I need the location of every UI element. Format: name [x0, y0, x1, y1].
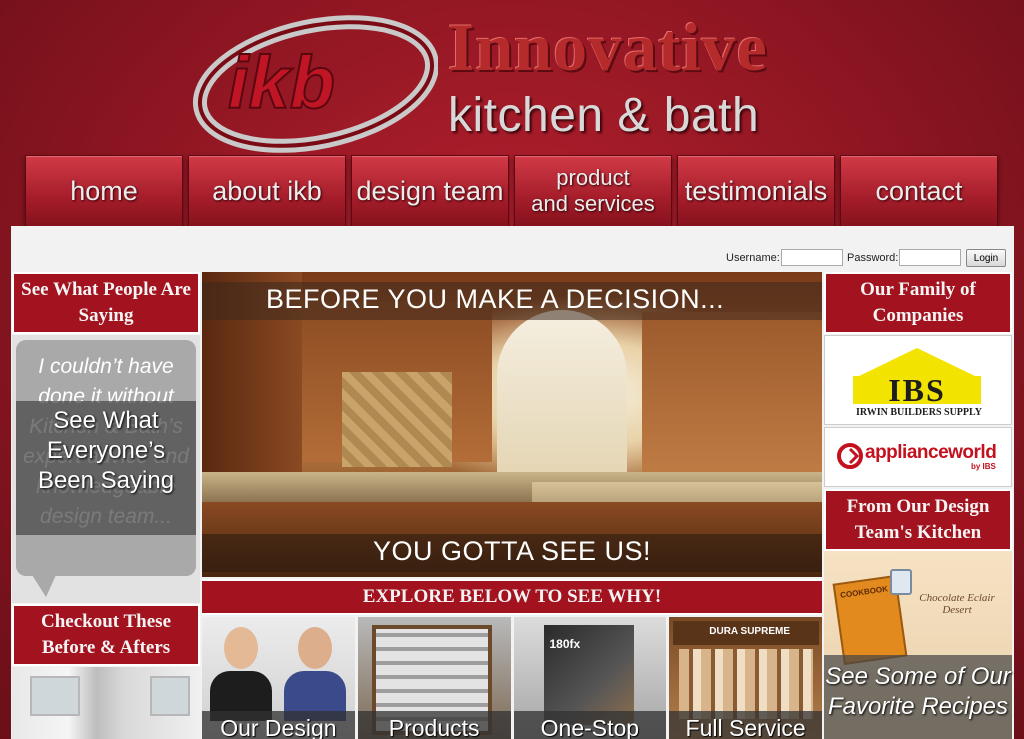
explore-tiles: Our Design Products 180fx One-Stop DURA … — [202, 617, 822, 739]
designer-photo — [210, 627, 272, 721]
speech-bubble-tail — [32, 575, 56, 597]
tile-full-service[interactable]: DURA SUPREME Full Service — [669, 617, 822, 739]
username-label: Username: — [726, 252, 780, 264]
nav-design-team[interactable]: design team — [351, 155, 509, 227]
measuring-cup-icon — [890, 569, 912, 595]
hero-caption-top: BEFORE YOU MAKE A DECISION... — [266, 284, 725, 314]
appliance-world-icon — [837, 443, 863, 469]
nav-products-services[interactable]: product and services — [514, 155, 672, 227]
nav-about[interactable]: about ikb — [188, 155, 346, 227]
nav-contact[interactable]: contact — [840, 155, 998, 227]
before-after-window — [30, 676, 80, 716]
tile-label: Products — [357, 711, 511, 739]
appliance-world-link[interactable]: applianceworld by IBS — [824, 427, 1012, 487]
appliance-world-sub: by IBS — [971, 462, 996, 471]
logo-text: ikb — [228, 41, 335, 124]
nav-home[interactable]: home — [25, 155, 183, 227]
hero-banner[interactable]: BEFORE YOU MAKE A DECISION... YOU GOTTA … — [202, 272, 822, 577]
display-brand: DURA SUPREME — [709, 626, 790, 637]
before-after-window — [150, 676, 190, 716]
tile-our-design[interactable]: Our Design — [202, 617, 355, 739]
tile-products[interactable]: Products — [357, 617, 511, 739]
main-nav: home about ikb design team product and s… — [25, 155, 1001, 227]
recipe-note: Chocolate Eclair Desert — [919, 592, 995, 616]
companies-heading: Our Family of Companies — [824, 272, 1012, 334]
tile-label: One-Stop — [513, 711, 667, 739]
explore-heading: EXPLORE BELOW TO SEE WHY! — [202, 579, 822, 615]
recipes-overlay-text[interactable]: See Some of Our Favorite Recipes — [824, 662, 1012, 722]
site-header: ikb Innovative kitchen & bath — [0, 0, 1024, 155]
display-brand: 180fx — [549, 637, 581, 651]
tile-one-stop[interactable]: 180fx One-Stop — [513, 617, 667, 739]
hero-cabinet — [642, 312, 822, 482]
username-input[interactable] — [781, 249, 843, 266]
designer-photo — [284, 627, 346, 721]
brand-name: Innovative — [448, 9, 768, 85]
password-label: Password: — [847, 252, 899, 264]
ibs-subtitle: IRWIN BUILDERS SUPPLY — [856, 407, 982, 418]
cookbook-label: COOKBOOK — [839, 584, 889, 600]
login-bar: Username: Password: Login — [11, 226, 1014, 270]
tile-label: Our Design — [202, 711, 355, 739]
door-samples — [679, 649, 814, 719]
testimonial-widget[interactable]: I couldn’t have done it without Kitchen … — [12, 335, 200, 603]
before-after-heading[interactable]: Checkout These Before & Afters — [12, 604, 200, 666]
designer-head — [224, 627, 258, 669]
ibs-logo-link[interactable]: IBS IRWIN BUILDERS SUPPLY — [824, 335, 1012, 425]
testimonial-overlay-text[interactable]: See What Everyone’s Been Saying — [16, 406, 196, 496]
login-button[interactable]: Login — [966, 249, 1006, 267]
testimonials-heading[interactable]: See What People Are Saying — [12, 272, 200, 334]
hero-caption-bottom: YOU GOTTA SEE US! — [372, 536, 652, 566]
ibs-logo-text: IBS — [888, 372, 946, 408]
kitchen-heading: From Our Design Team's Kitchen — [824, 489, 1012, 551]
appliance-world-text: applianceworld — [865, 442, 997, 463]
nav-testimonials[interactable]: testimonials — [677, 155, 835, 227]
brand-tagline: kitchen & bath — [448, 89, 760, 142]
hero-backsplash — [342, 372, 452, 467]
ikb-logo[interactable]: ikb — [188, 10, 438, 155]
tile-label: Full Service — [669, 711, 822, 739]
password-input[interactable] — [899, 249, 961, 266]
designer-head — [298, 627, 332, 669]
